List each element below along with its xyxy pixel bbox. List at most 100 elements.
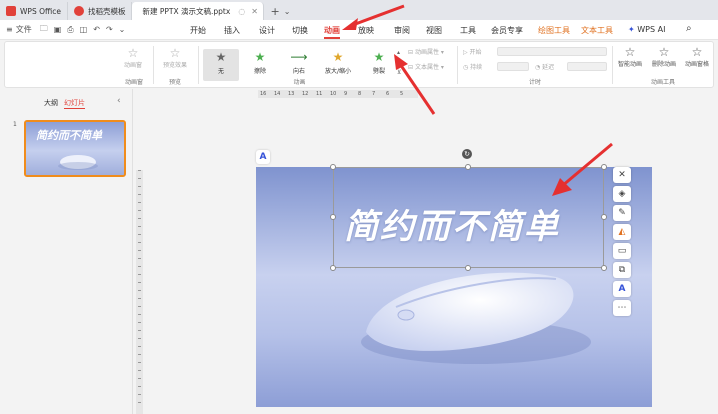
outline-tab[interactable]: 大纲 — [44, 98, 58, 108]
smart-animation-button[interactable]: ☆ 智能动画 — [615, 45, 645, 68]
menu-text-tools[interactable]: 文本工具 — [581, 25, 613, 36]
redo-icon[interactable]: ↷ — [106, 25, 113, 34]
rotate-handle-icon[interactable]: ↻ — [462, 149, 472, 159]
tab-document[interactable]: 新建 PPTX 演示文稿.pptx ◌ ✕ — [132, 2, 265, 20]
ruler-tick — [138, 314, 141, 315]
menu-slideshow[interactable]: 放映 — [358, 25, 374, 36]
menu-wps-ai[interactable]: ✦ WPS AI — [628, 25, 665, 34]
tools-group-label: 动画工具 — [650, 79, 675, 86]
star-delete-icon: ☆ — [658, 45, 670, 59]
tab-list-chevron-icon[interactable]: ⌄ — [284, 2, 291, 20]
ruler-tick: 16 — [260, 91, 267, 97]
effect-label: 无 — [217, 68, 224, 75]
pen-icon[interactable]: ✎ — [613, 205, 631, 221]
new-tab-icon[interactable]: + — [270, 2, 279, 20]
ruler-tick — [138, 378, 141, 379]
duration-text: 持续 — [470, 64, 483, 71]
star-outline-icon: ★ — [215, 50, 227, 64]
text-properties-dropdown[interactable]: ⊟ 文本属性 ▾ — [408, 62, 444, 71]
preview-effect-button[interactable]: ☆ 预览效果 — [155, 46, 195, 69]
preview-label: 预览效果 — [162, 62, 187, 69]
horizontal-ruler: 16 14 13 12 11 10 9 8 7 6 5 — [258, 90, 418, 98]
title-bar: WPS Office 找稻壳模板 新建 PPTX 演示文稿.pptx ◌ ✕ +… — [0, 0, 718, 20]
ruler-tick — [138, 298, 141, 299]
menu-home[interactable]: 开始 — [190, 25, 206, 36]
resize-handle[interactable] — [330, 265, 336, 271]
timing-start-select[interactable] — [497, 47, 607, 56]
crop-icon[interactable]: ⧉ — [613, 262, 631, 278]
effect-label: 擦除 — [253, 68, 266, 75]
slide-thumbnail[interactable]: 简约而不简单 — [24, 120, 126, 177]
timing-delay-input[interactable] — [567, 62, 607, 71]
animation-pane-small-button[interactable]: ☆ 动画窗 — [118, 46, 148, 69]
gallery-scroll-up-icon[interactable]: ▴ — [397, 49, 400, 56]
menu-review[interactable]: 审阅 — [394, 25, 410, 36]
open-folder-icon[interactable]: 🗀 — [40, 23, 48, 37]
ruler-tick: 11 — [316, 91, 323, 97]
menu-drawing-tools[interactable]: 绘图工具 — [538, 25, 570, 36]
ruler-tick — [138, 218, 141, 219]
gallery-scroll-down-icon[interactable]: ▾ — [397, 59, 400, 66]
timing-delay-label: ◔ 延迟 — [535, 62, 554, 71]
ruler-tick — [138, 362, 141, 363]
smart-star-icon: ☆ — [624, 45, 636, 59]
collapse-panel-icon[interactable]: ‹ — [117, 96, 121, 106]
search-icon[interactable]: ⌕ — [686, 23, 692, 34]
wps-ai-float-icon[interactable]: A — [256, 150, 270, 164]
more-options-icon[interactable]: ⋯ — [613, 300, 631, 316]
menu-animation[interactable]: 动画 — [324, 25, 340, 39]
menu-bar: ≡ 文件 🗀 ▣ ⎙ ◫ ↶ ↷ ⌄ 开始 插入 设计 切换 动画 放映 审阅 … — [0, 20, 718, 40]
delete-animation-button[interactable]: ☆ 删除动画 — [649, 45, 679, 68]
animation-pane-button[interactable]: ☆ 动画窗格 — [681, 45, 713, 68]
border-icon[interactable]: ▭ — [613, 243, 631, 259]
wps-ai-tool-icon[interactable]: A — [613, 281, 631, 297]
menu-insert[interactable]: 插入 — [224, 25, 240, 36]
resize-handle[interactable] — [601, 214, 607, 220]
template-logo-icon — [73, 6, 84, 16]
animation-ribbon: ☆ 动画窗 动画窗 ☆ 预览效果 预览 ★ 无 ★ 擦除 ⟶ 向右 ★ 放大/缩… — [4, 41, 714, 88]
anim-props-icon: ⊟ — [408, 49, 414, 56]
gallery-expand-icon[interactable]: ⊻ — [397, 69, 401, 76]
undo-icon[interactable]: ↶ — [93, 25, 100, 34]
preview-icon[interactable]: ◫ — [80, 25, 88, 34]
star-pane-icon: ☆ — [691, 45, 703, 59]
resize-handle[interactable] — [465, 265, 471, 271]
ruler-tick — [138, 338, 141, 339]
animation-properties-dropdown[interactable]: ⊟ 动画属性 ▾ — [408, 47, 444, 56]
resize-handle[interactable] — [601, 265, 607, 271]
close-tab-icon[interactable]: ✕ — [251, 7, 258, 16]
timing-duration-label: ◷ 持续 — [463, 62, 482, 71]
menu-transition[interactable]: 切换 — [292, 25, 308, 36]
slide-number: 1 — [13, 121, 17, 128]
floating-toolbar: ✕ ◈ ✎ ◭ ▭ ⧉ A ⋯ — [613, 167, 631, 316]
resize-handle[interactable] — [601, 164, 607, 170]
layers-icon[interactable]: ◈ — [613, 186, 631, 202]
menu-tools[interactable]: 工具 — [460, 25, 476, 36]
divider — [153, 46, 154, 84]
more-quick-access-icon[interactable]: ⌄ — [119, 25, 126, 34]
resize-handle[interactable] — [330, 164, 336, 170]
text-selection-box[interactable] — [333, 167, 604, 268]
ruler-tick — [138, 250, 141, 251]
menu-view[interactable]: 视图 — [426, 25, 442, 36]
resize-handle[interactable] — [330, 214, 336, 220]
close-icon[interactable]: ✕ — [613, 167, 631, 183]
resize-handle[interactable] — [465, 164, 471, 170]
anim-props-label: 动画属性 — [414, 49, 439, 56]
ruler-tick — [138, 386, 141, 387]
fill-color-icon[interactable]: ◭ — [613, 224, 631, 240]
tab-templates[interactable]: 找稻壳模板 — [68, 2, 133, 20]
save-icon[interactable]: ▣ — [54, 25, 62, 34]
star-green-icon: ★ — [373, 50, 385, 64]
timing-duration-input[interactable] — [497, 62, 529, 71]
menu-design[interactable]: 设计 — [259, 25, 275, 36]
animation-group-label: 动画 — [293, 79, 306, 86]
star-green-icon: ★ — [254, 50, 266, 64]
hamburger-menu-icon[interactable]: ≡ — [6, 25, 13, 34]
file-menu[interactable]: 文件 — [16, 24, 32, 35]
print-icon[interactable]: ⎙ — [67, 25, 73, 35]
tab-wps-office[interactable]: WPS Office — [0, 2, 68, 20]
menu-member[interactable]: 会员专享 — [491, 25, 523, 36]
slides-tab[interactable]: 幻灯片 — [64, 98, 85, 109]
wps-ai-label: WPS AI — [637, 25, 666, 34]
